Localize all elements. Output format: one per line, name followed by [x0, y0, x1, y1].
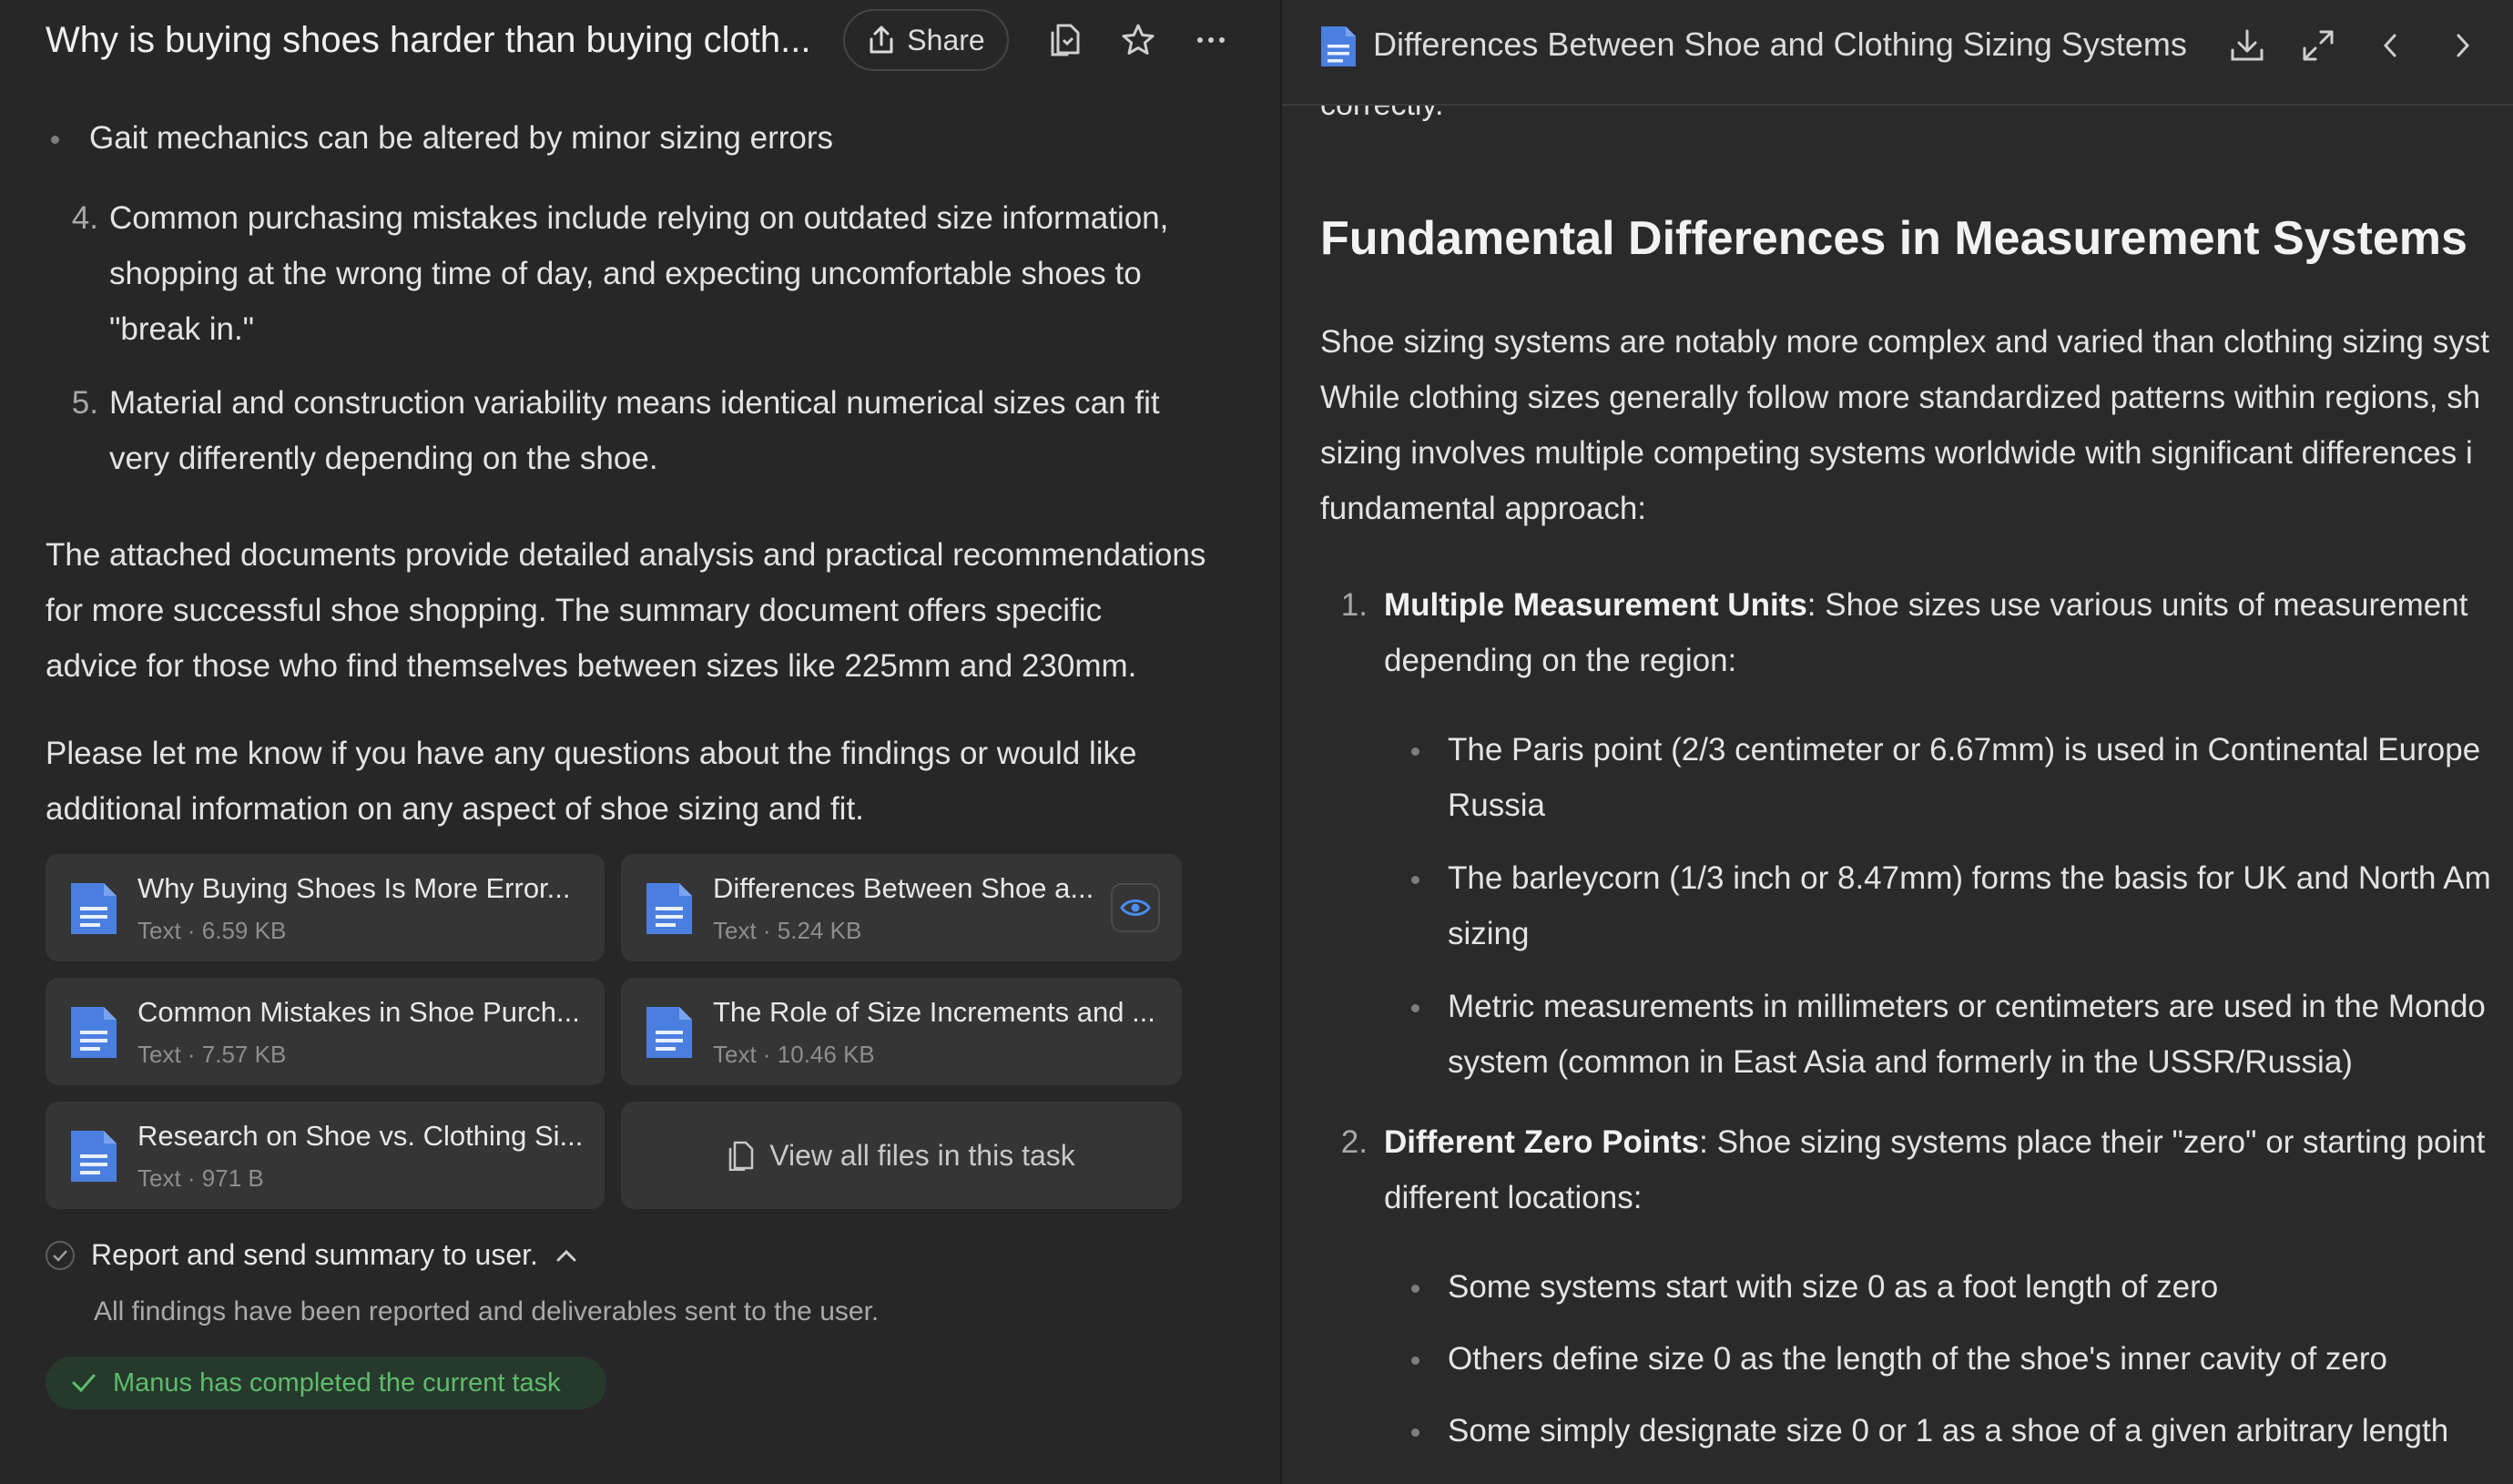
document-viewer: correctly. Differences Between Shoe and … — [1282, 0, 2513, 1484]
bullet-line: system (common in East Asia and formerly… — [1448, 1044, 2353, 1080]
document-icon — [1321, 26, 1356, 66]
list-bullet-item: Gait mechanics can be altered by minor s… — [50, 110, 833, 166]
chat-title: Why is buying shoes harder than buying c… — [46, 20, 811, 60]
list-item-bold: Multiple Measurement Units — [1384, 587, 1807, 623]
para-line: additional information on any aspect of … — [46, 791, 864, 827]
file-name: Why Buying Shoes Is More Error... — [137, 872, 571, 904]
view-all-label: View all files in this task — [769, 1138, 1075, 1172]
file-card[interactable]: Differences Between Shoe a... Text · 5.2… — [621, 854, 1182, 961]
file-meta: Text · 7.57 KB — [137, 1041, 287, 1068]
bullet-line: The barleycorn (1/3 inch or 8.47mm) form… — [1448, 860, 2491, 896]
more-icon[interactable] — [1189, 18, 1233, 62]
para-line: sizing involves multiple competing syste… — [1320, 435, 2473, 471]
list-bullet-item: Others define size 0 as the length of th… — [1411, 1331, 2387, 1387]
list-line: shopping at the wrong time of day, and e… — [109, 256, 1142, 291]
preview-eye-icon[interactable] — [1111, 883, 1160, 932]
list-bullet-item: The Paris point (2/3 centimeter or 6.67m… — [1410, 722, 2481, 833]
document-icon — [71, 883, 117, 934]
para-line: advice for those who find themselves bet… — [46, 648, 1137, 684]
list-bullet-item: The barleycorn (1/3 inch or 8.47mm) form… — [1411, 850, 2491, 961]
step-check-icon — [46, 1240, 75, 1270]
list-number: 5. — [71, 385, 98, 421]
expand-icon[interactable] — [2294, 22, 2342, 69]
list-item-text: : Shoe sizing systems place their "zero"… — [1699, 1124, 2486, 1160]
document-title: Differences Between Shoe and Clothing Si… — [1373, 25, 2187, 63]
bullet-line: Russia — [1448, 788, 1545, 823]
list-item-2: 2. Different Zero Points: Shoe sizing sy… — [1341, 1114, 2486, 1225]
list-item-text: : Shoe sizes use various units of measur… — [1806, 587, 2468, 623]
list-line: very differently depending on the shoe. — [109, 441, 658, 476]
task-complete-text: Manus has completed the current task — [113, 1367, 561, 1398]
file-meta: Text · 10.46 KB — [713, 1041, 875, 1068]
summary-paragraph: The attached documents provide detailed … — [46, 527, 1247, 694]
view-all-files-button[interactable]: View all files in this task — [621, 1102, 1182, 1209]
list-bullet-item: Metric measurements in millimeters or ce… — [1411, 979, 2486, 1090]
files-icon[interactable] — [1043, 18, 1087, 62]
bullet-line: sizing — [1448, 916, 1530, 951]
check-icon — [72, 1374, 96, 1393]
bullet-line: The Paris point (2/3 centimeter or 6.67m… — [1448, 732, 2481, 767]
para-line: The attached documents provide detailed … — [46, 537, 1206, 573]
file-icon — [728, 1141, 754, 1171]
list-item-text: different locations: — [1384, 1180, 1643, 1215]
list-item-5: 5. Material and construction variability… — [72, 375, 1256, 486]
list-item-4: 4. Common purchasing mistakes include re… — [72, 190, 1256, 357]
file-meta: Text · 5.24 KB — [713, 917, 862, 944]
list-line: Common purchasing mistakes include relyi… — [109, 200, 1169, 236]
file-card[interactable]: The Role of Size Increments and ... Text… — [621, 978, 1182, 1085]
file-card[interactable]: Research on Shoe vs. Clothing Si... Text… — [46, 1102, 605, 1209]
bullet-line: Others define size 0 as the length of th… — [1448, 1341, 2387, 1377]
chat-panel: Why is buying shoes harder than buying c… — [0, 0, 1280, 1484]
file-card[interactable]: Why Buying Shoes Is More Error... Text ·… — [46, 854, 605, 961]
bullet-line: Some simply designate size 0 or 1 as a s… — [1448, 1413, 2449, 1448]
para-line: While clothing sizes generally follow mo… — [1320, 380, 2481, 415]
share-label: Share — [907, 23, 985, 56]
chevron-left-icon[interactable] — [2367, 22, 2415, 69]
share-button[interactable]: Share — [843, 9, 1009, 71]
chevron-up-icon[interactable] — [554, 1247, 578, 1264]
viewer-header: Differences Between Shoe and Clothing Si… — [1282, 0, 2513, 106]
file-meta: Text · 6.59 KB — [137, 917, 287, 944]
list-number: 4. — [71, 200, 98, 236]
step-description: All findings have been reported and deli… — [94, 1296, 880, 1326]
file-name: Research on Shoe vs. Clothing Si... — [137, 1120, 584, 1152]
share-icon — [870, 25, 893, 54]
list-item-text: depending on the region: — [1384, 643, 1737, 678]
document-icon — [71, 1131, 117, 1182]
file-card[interactable]: Common Mistakes in Shoe Purch... Text · … — [46, 978, 605, 1085]
file-meta: Text · 971 B — [137, 1164, 264, 1192]
list-line: Material and construction variability me… — [109, 385, 1160, 421]
bullet-line: Some systems start with size 0 as a foot… — [1448, 1269, 2219, 1305]
task-step[interactable]: Report and send summary to user. — [46, 1238, 578, 1272]
step-title: Report and send summary to user. — [91, 1238, 538, 1271]
file-name: The Role of Size Increments and ... — [713, 996, 1155, 1028]
task-complete-badge: Manus has completed the current task — [46, 1357, 606, 1409]
chat-header: Why is buying shoes harder than buying c… — [0, 0, 1280, 87]
star-icon[interactable] — [1116, 18, 1160, 62]
para-line: fundamental approach: — [1320, 491, 1647, 526]
para-line: Shoe sizing systems are notably more com… — [1320, 324, 2489, 360]
list-number: 2. — [1340, 1124, 1368, 1160]
list-item-1: 1. Multiple Measurement Units: Shoe size… — [1341, 577, 2468, 688]
chevron-right-icon[interactable] — [2438, 22, 2486, 69]
section-heading: Fundamental Differences in Measurement S… — [1320, 212, 2467, 265]
list-bullet-item: Some systems start with size 0 as a foot… — [1410, 1259, 2219, 1315]
list-bullet-item: Some simply designate size 0 or 1 as a s… — [1410, 1403, 2449, 1459]
list-line: "break in." — [109, 311, 255, 347]
list-item-bold: Different Zero Points — [1384, 1124, 1700, 1160]
document-icon — [71, 1007, 117, 1058]
document-icon — [646, 1007, 692, 1058]
file-name: Differences Between Shoe a... — [713, 872, 1094, 904]
para-line: for more successful shoe shopping. The s… — [46, 593, 1103, 628]
document-icon — [646, 883, 692, 934]
file-name: Common Mistakes in Shoe Purch... — [137, 996, 580, 1028]
download-icon[interactable] — [2223, 22, 2271, 69]
intro-paragraph: Shoe sizing systems are notably more com… — [1320, 314, 2489, 536]
bullet-line: Metric measurements in millimeters or ce… — [1448, 989, 2486, 1024]
list-number: 1. — [1340, 587, 1368, 623]
followup-paragraph: Please let me know if you have any quest… — [46, 726, 1247, 837]
para-line: Please let me know if you have any quest… — [46, 736, 1137, 771]
